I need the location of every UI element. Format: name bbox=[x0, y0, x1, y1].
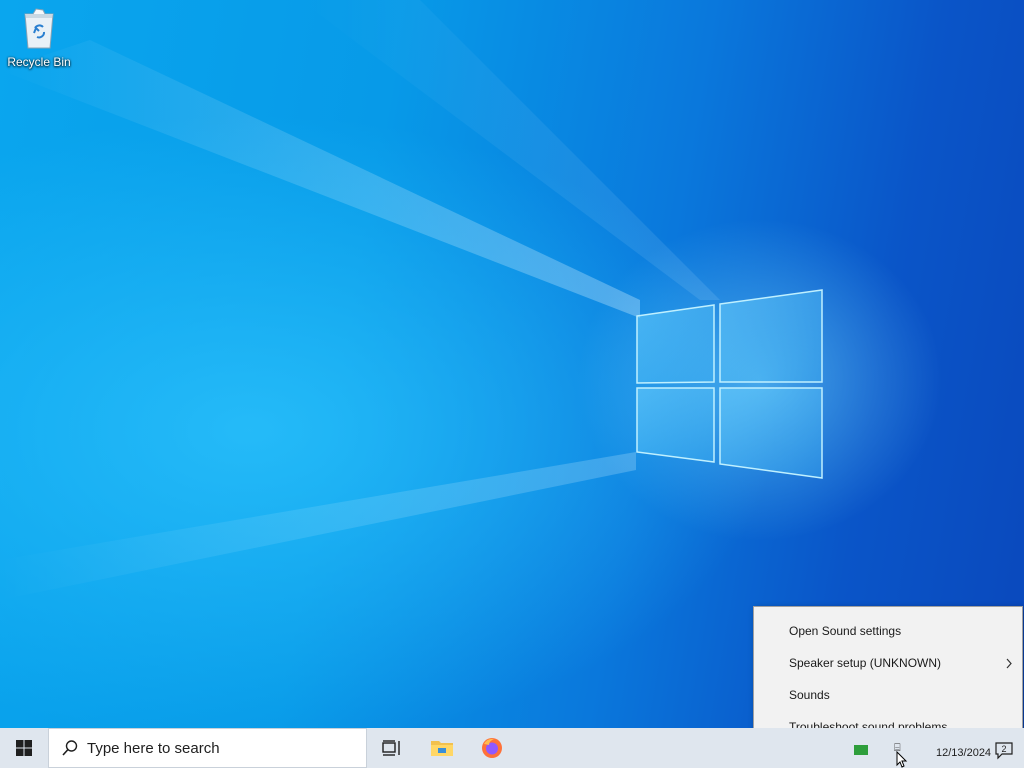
search-placeholder: Type here to search bbox=[87, 739, 220, 757]
clock-date[interactable]: 12/13/2024 bbox=[936, 747, 991, 759]
file-explorer-icon bbox=[431, 741, 453, 756]
taskbar-search-box[interactable]: Type here to search bbox=[48, 728, 367, 768]
menu-item-speaker-setup[interactable]: Speaker setup (UNKNOWN) bbox=[754, 647, 1022, 679]
network-icon[interactable] bbox=[854, 745, 868, 755]
firefox-icon bbox=[482, 738, 502, 758]
task-view-icon bbox=[382, 740, 400, 756]
desktop-icon-recycle-bin[interactable]: Recycle Bin bbox=[2, 6, 76, 76]
taskbar-app-firefox[interactable] bbox=[467, 728, 517, 768]
task-view-button[interactable] bbox=[367, 728, 417, 768]
taskbar: Type here to search ⌸ 12/13/2024 2 bbox=[0, 728, 1024, 768]
menu-item-label: Open Sound settings bbox=[789, 624, 902, 638]
menu-item-label: Speaker setup (UNKNOWN) bbox=[789, 656, 942, 670]
recycle-bin-label: Recycle Bin bbox=[7, 55, 71, 69]
menu-item-label: Sounds bbox=[789, 688, 830, 702]
chevron-right-icon bbox=[1006, 658, 1012, 669]
mouse-cursor-icon bbox=[896, 751, 908, 768]
notification-count: 2 bbox=[1001, 744, 1006, 754]
windows-logo-icon bbox=[16, 740, 32, 756]
notification-center-icon[interactable]: 2 bbox=[994, 740, 1014, 760]
menu-item-open-sound-settings[interactable]: Open Sound settings bbox=[754, 615, 1022, 647]
system-tray: ⌸ 12/13/2024 2 bbox=[834, 728, 1024, 768]
search-icon bbox=[62, 740, 78, 756]
start-button[interactable] bbox=[0, 728, 48, 768]
recycle-bin-icon bbox=[24, 8, 54, 49]
taskbar-app-file-explorer[interactable] bbox=[417, 728, 467, 768]
menu-item-sounds[interactable]: Sounds bbox=[754, 679, 1022, 711]
